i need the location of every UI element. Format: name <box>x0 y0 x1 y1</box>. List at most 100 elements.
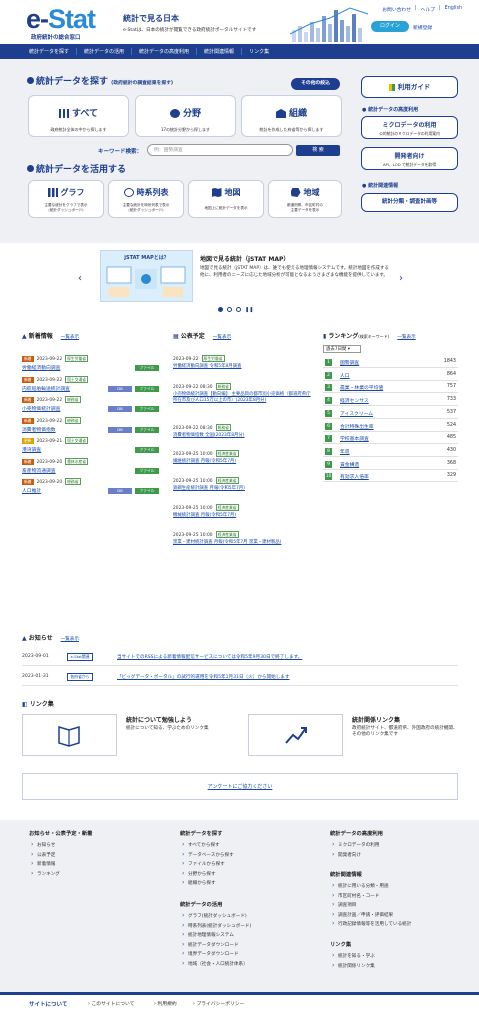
rank-keyword-link[interactable]: 国勢調査 <box>340 359 359 366</box>
rank-keyword-link[interactable]: 合計特殊出生率 <box>340 423 374 430</box>
login-button[interactable]: ログイン <box>371 21 409 32</box>
footer-link[interactable]: 統計データダウンロード <box>180 941 251 948</box>
footer-link[interactable]: 統計を知る・学ぶ <box>330 952 375 959</box>
use-card-region[interactable]: 地域 都道府県、市区町村の 主要データを表示 <box>268 180 342 218</box>
rank-keyword-link[interactable]: 農業・林業の平均値 <box>340 384 383 391</box>
file-chip[interactable]: ファイル <box>135 488 159 494</box>
keyword-search-button[interactable]: 検 索 <box>296 145 340 156</box>
survey-link[interactable]: アンケートにご協力ください <box>22 773 458 800</box>
footer-link[interactable]: 境界データダウンロード <box>180 950 251 957</box>
rank-keyword-link[interactable]: 経済センサス <box>340 397 369 404</box>
schedule-link[interactable]: 鉄鋼生産統計調査 月報(令和5年7月) <box>173 486 313 492</box>
footer-link[interactable]: お知らせ <box>29 841 92 848</box>
file-chip[interactable]: ファイル <box>135 385 159 392</box>
footer-link[interactable]: ランキング <box>29 870 92 877</box>
carousel-dot-2[interactable] <box>227 307 232 312</box>
footer-link[interactable]: 行政記録情報等を活用している統計 <box>330 920 411 927</box>
ranking-period-select[interactable]: 過去7日間 ▾ <box>323 345 361 353</box>
link-related[interactable]: 統計関係リンク集 政府統計サイト、都道府県、外国政府の統計機関、その他のリンク集… <box>248 714 458 756</box>
schedule-link[interactable]: 機械統計調査 月報(令和5年7月) <box>173 513 313 519</box>
register-link[interactable]: 新規登録 <box>413 24 432 31</box>
footer-link[interactable]: 地域（社会・人口統計体系） <box>180 960 251 967</box>
db-chip[interactable]: DB <box>108 488 132 494</box>
guide-button[interactable]: 利用ガイド <box>361 76 458 98</box>
rank-keyword-link[interactable]: 年収 <box>340 448 350 455</box>
developer-button[interactable]: 開発者向け API、LOD で統計データを取得 <box>361 147 458 170</box>
building-icon <box>275 109 286 118</box>
notice-more-link[interactable]: 一覧表示 <box>61 637 79 642</box>
footer-link[interactable]: 統計地理情報システム <box>180 931 251 938</box>
nav-related[interactable]: 統計関連情報 <box>197 48 243 55</box>
rank-keyword-link[interactable]: 有効求人倍率 <box>340 473 369 480</box>
file-chip[interactable]: ファイル <box>135 365 159 371</box>
use-card-map[interactable]: 地図 地図上に統計データを表示 <box>188 180 264 218</box>
link-study[interactable]: 統計について勉強しよう 統計について知る、学ぶためのリンク集 <box>22 714 232 756</box>
nav-search-data[interactable]: 統計データを探す <box>22 48 78 55</box>
use-card-graph[interactable]: グラフ 主要な統計をグラフで表示 (統計ダッシュボード) <box>28 180 104 218</box>
rank-keyword-link[interactable]: 人口 <box>340 372 350 379</box>
micro-data-button[interactable]: ミクロデータの利用 公的統計のミクロデータの利用案内 <box>361 116 458 139</box>
carousel-dot-3[interactable] <box>236 307 241 312</box>
file-chip[interactable]: ファイル <box>135 426 159 433</box>
terms-link[interactable]: › 利用規約 <box>154 1000 177 1007</box>
search-card-field[interactable]: 分野 17の統計分野から探します <box>135 95 236 137</box>
nav-use-data[interactable]: 統計データの活用 <box>77 48 133 55</box>
schedule-link[interactable]: 消費者物価指数 全国(2023年8月分) <box>173 433 313 439</box>
schedule-link[interactable]: 小売物価統計調査【動向編】 主要品目の都市別小売価格（都道府県庁所在市及び人口1… <box>173 392 313 404</box>
notice-link[interactable]: 当サイトでのRSSによる新着情報配信サービスについては令和5年9月30日で終了し… <box>117 654 302 660</box>
notice-link[interactable]: 「ビッグデータ・ポータル」の試行的運用を令和5年1月31日（火）から開始します <box>117 674 289 680</box>
rank-keyword-link[interactable]: 賃金構造 <box>340 461 359 468</box>
classification-button[interactable]: 統計分類・調査計画等 <box>361 193 458 212</box>
footer-link[interactable]: 調査項目 <box>330 901 411 908</box>
db-chip[interactable]: DB <box>108 385 132 392</box>
keyword-search-input[interactable]: 例：国勢調査 <box>147 144 293 156</box>
footer-link[interactable]: 統計関係リンク集 <box>330 962 375 969</box>
schedule-more-link[interactable]: 一覧表示 <box>213 335 231 340</box>
file-chip[interactable]: ファイル <box>135 467 159 474</box>
english-link[interactable]: English <box>445 6 462 13</box>
footer-link[interactable]: 時系列表(統計ダッシュボード) <box>180 922 251 929</box>
footer-link[interactable]: ファイルから探す <box>180 860 234 867</box>
ranking-more-link[interactable]: 一覧表示 <box>397 335 415 340</box>
contact-link[interactable]: お問い合わせ <box>382 6 411 13</box>
footer-link[interactable]: 市区町村名・コード <box>330 892 411 899</box>
footer-link[interactable]: すべてから探す <box>180 841 234 848</box>
schedule-link[interactable]: 労働経済動向調査 令和5年8月調査 <box>173 364 313 370</box>
footer-link[interactable]: 新着情報 <box>29 860 92 867</box>
help-link[interactable]: ヘルプ <box>421 6 435 13</box>
other-filter-button[interactable]: その他の絞込 <box>291 78 340 90</box>
search-card-all[interactable]: すべて 政府統計全体の中から探します <box>28 95 129 137</box>
rank-keyword-link[interactable]: アイスクリーム <box>340 410 373 417</box>
rank-count: 757 <box>446 384 456 390</box>
nav-links[interactable]: リンク集 <box>242 48 276 55</box>
footer-link[interactable]: 調査計画／申請・評価結果 <box>330 911 411 918</box>
carousel-next-icon[interactable]: › <box>399 273 403 284</box>
footer-link[interactable]: 開発者向け <box>330 851 383 858</box>
file-chip[interactable]: ファイル <box>135 447 159 453</box>
footer-link[interactable]: データベースから探す <box>180 851 234 858</box>
footer-link[interactable]: 分野から探す <box>180 870 234 877</box>
jstat-map-banner[interactable]: jSTAT MAPとは？ <box>100 250 193 302</box>
use-card-timeseries[interactable]: 時系列表 主要な統計を時系列表で表示 (統計ダッシュボード) <box>108 180 184 218</box>
estat-logo[interactable]: e-Stat <box>26 4 96 35</box>
schedule-link[interactable]: 繊維統計調査 月報(令和5年7月) <box>173 459 313 465</box>
about-site-link[interactable]: › このサイトについて <box>88 1000 134 1007</box>
pause-icon[interactable]: ❚❚ <box>245 307 253 313</box>
file-chip[interactable]: ファイル <box>135 406 159 412</box>
nav-advanced[interactable]: 統計データの高度利用 <box>132 48 198 55</box>
footer-link[interactable]: 公表予定 <box>29 851 92 858</box>
footer-link[interactable]: 組織から探す <box>180 879 234 886</box>
db-chip[interactable]: DB <box>108 426 132 433</box>
carousel-title[interactable]: 地図で見る統計（jSTAT MAP） <box>200 254 289 263</box>
schedule-link[interactable]: 窯業・建材統計調査 月報(令和5年7月 窯業・建材製品) <box>173 540 313 546</box>
news-more-link[interactable]: 一覧表示 <box>61 335 79 340</box>
rank-keyword-link[interactable]: 学校基本調査 <box>340 435 369 442</box>
search-card-org[interactable]: 組織 統計を作成した府省等から探します <box>241 95 342 137</box>
footer-link[interactable]: グラフ(統計ダッシュボード) <box>180 912 251 919</box>
privacy-link[interactable]: › プライバシーポリシー <box>193 1000 244 1007</box>
carousel-dot-1[interactable] <box>218 307 223 312</box>
carousel-prev-icon[interactable]: ‹ <box>78 273 82 284</box>
footer-link[interactable]: 統計に用いる分類・用語 <box>330 882 411 889</box>
db-chip[interactable]: DB <box>108 406 132 412</box>
footer-link[interactable]: ミクロデータの利用 <box>330 841 383 848</box>
